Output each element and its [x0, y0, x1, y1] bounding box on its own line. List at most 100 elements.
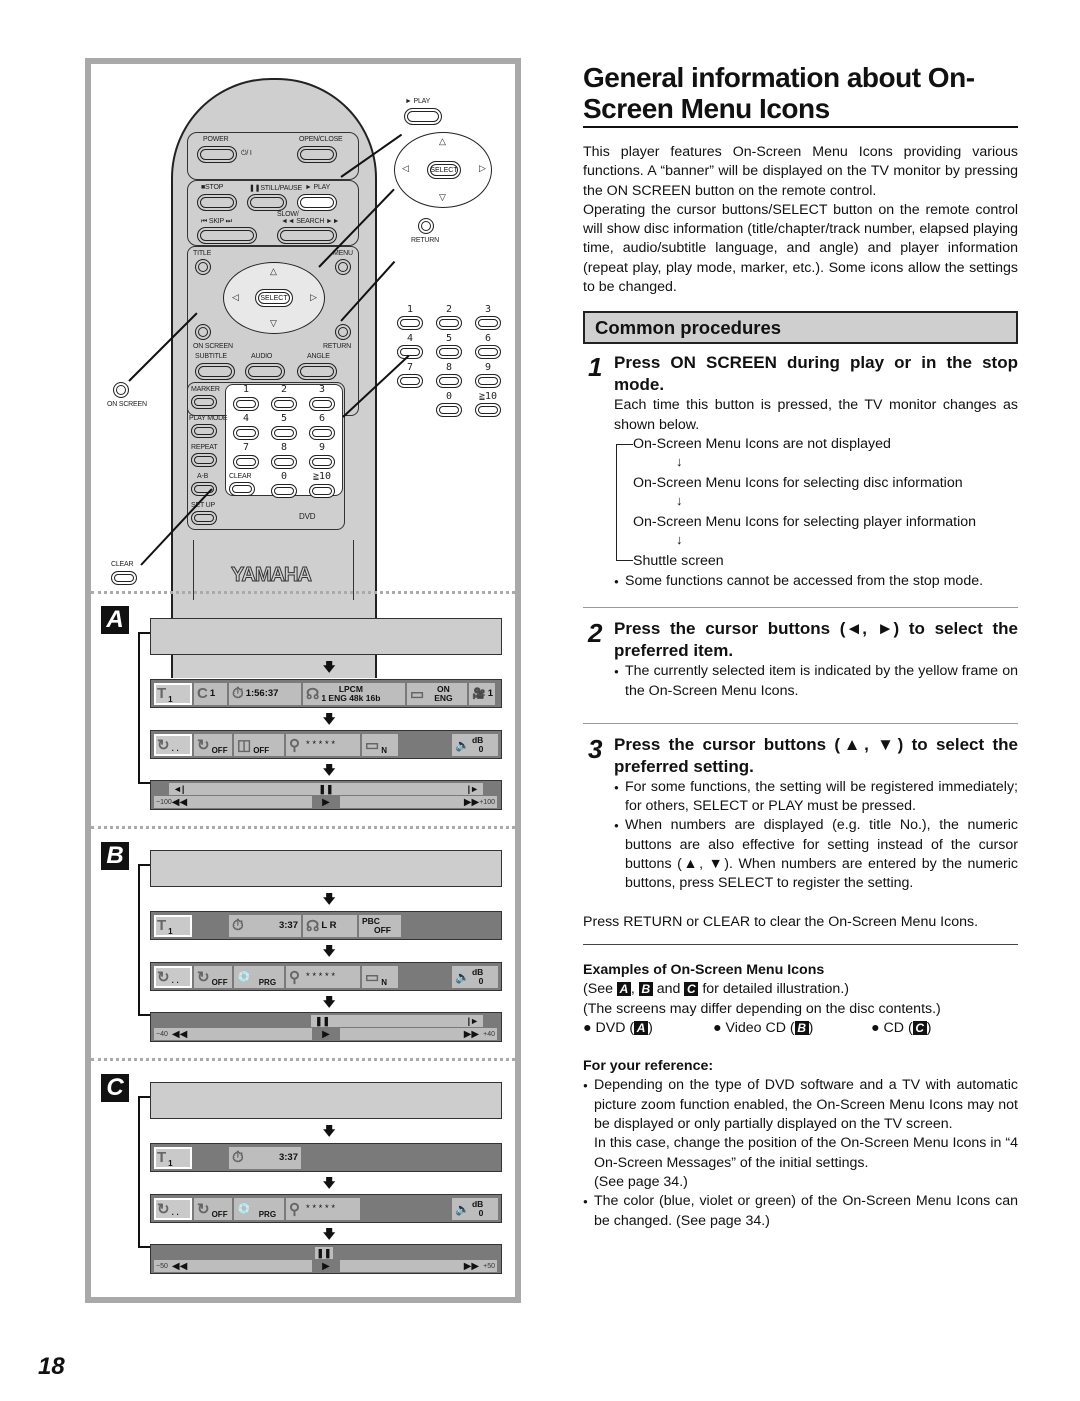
- marker-item[interactable]: ⚲ * * * * *: [286, 965, 360, 988]
- repeat-button[interactable]: [191, 453, 217, 467]
- remote-num-4[interactable]: [233, 426, 259, 440]
- callout-num-8[interactable]: [436, 374, 462, 388]
- left-arrow-icon[interactable]: ◁: [232, 292, 239, 303]
- still-pause-button[interactable]: [247, 194, 287, 211]
- clear-button[interactable]: [229, 482, 255, 496]
- repeat-item[interactable]: ↻ · ·: [154, 1197, 192, 1220]
- callout-up-icon[interactable]: △: [439, 136, 446, 147]
- select-button[interactable]: SELECT: [255, 289, 293, 307]
- picture-item[interactable]: ▭ N: [362, 733, 398, 756]
- pause-icon[interactable]: ❚❚: [315, 1016, 330, 1027]
- stop-button[interactable]: [197, 194, 237, 211]
- pbc-item[interactable]: PBC OFF: [359, 914, 401, 937]
- audio-item[interactable]: ☊ L R: [303, 914, 357, 937]
- play-icon[interactable]: ▶: [314, 1028, 338, 1040]
- repeat-item[interactable]: ↻ · ·: [154, 965, 192, 988]
- remote-num-8[interactable]: [271, 455, 297, 469]
- reverse-track[interactable]: −40 ◀◀: [154, 1028, 312, 1040]
- picture-item[interactable]: ▭ N: [362, 965, 398, 988]
- skip-button[interactable]: [197, 227, 257, 244]
- frame-step-track[interactable]: ◄| ❚❚ |►: [169, 783, 483, 795]
- reverse-track[interactable]: −50 ◀◀: [154, 1260, 312, 1272]
- ab-button[interactable]: [191, 482, 217, 496]
- ab-repeat-item[interactable]: ↻ OFF: [194, 1197, 232, 1220]
- step-forward-icon[interactable]: |►: [468, 1016, 479, 1026]
- callout-num-6[interactable]: [475, 345, 501, 359]
- callout-num-4[interactable]: [397, 345, 423, 359]
- callout-num-2[interactable]: [436, 316, 462, 330]
- callout-right-icon[interactable]: ▷: [479, 163, 486, 174]
- callout-down-icon[interactable]: ▽: [439, 192, 446, 203]
- callout-select-button[interactable]: SELECT: [427, 161, 461, 179]
- repeat-item[interactable]: ↻ · ·: [154, 733, 192, 756]
- search-button[interactable]: [277, 227, 337, 244]
- menu-button[interactable]: [335, 259, 351, 275]
- forward-track[interactable]: ▶▶ +50: [340, 1260, 497, 1272]
- remote-num-10plus[interactable]: [309, 484, 335, 498]
- remote-num-9[interactable]: [309, 455, 335, 469]
- up-arrow-icon[interactable]: △: [270, 266, 277, 277]
- volume-item[interactable]: 🔊 dB 0: [452, 965, 498, 988]
- ab-repeat-item[interactable]: ↻ OFF: [194, 733, 232, 756]
- play-icon[interactable]: ▶: [314, 796, 338, 808]
- power-button[interactable]: [197, 146, 237, 163]
- volume-item[interactable]: 🔊 dB 0: [452, 1197, 498, 1220]
- volume-item[interactable]: 🔊 dB 0: [452, 733, 498, 756]
- remote-num-3[interactable]: [309, 397, 335, 411]
- pause-icon[interactable]: ❚❚: [315, 1247, 333, 1259]
- down-arrow-icon[interactable]: ▽: [270, 318, 277, 329]
- callout-return-button[interactable]: [418, 218, 434, 234]
- subtitle-item[interactable]: ▭ ON ENG: [407, 682, 467, 705]
- time-item[interactable]: ⏱ 1:56:37: [229, 682, 301, 705]
- callout-num-1[interactable]: [397, 316, 423, 330]
- play-mode-button[interactable]: [191, 424, 217, 438]
- title-item[interactable]: T1: [154, 914, 192, 937]
- frame-step-track[interactable]: ❚❚ |►: [311, 1015, 483, 1027]
- time-item[interactable]: ⏱ 3:37: [229, 914, 301, 937]
- time-item[interactable]: ⏱ 3:37: [229, 1146, 301, 1169]
- right-arrow-icon[interactable]: ▷: [310, 292, 317, 303]
- marker-button[interactable]: [191, 395, 217, 409]
- setup-button[interactable]: [191, 511, 217, 525]
- callout-left-icon[interactable]: ◁: [402, 163, 409, 174]
- callout-num-3[interactable]: [475, 316, 501, 330]
- callout-num-5[interactable]: [436, 345, 462, 359]
- chapter-item[interactable]: C1: [194, 682, 227, 705]
- remote-num-2[interactable]: [271, 397, 297, 411]
- remote-num-6[interactable]: [309, 426, 335, 440]
- remote-num-0[interactable]: [271, 484, 297, 498]
- angle-button[interactable]: [297, 363, 337, 380]
- play-icon[interactable]: ▶: [314, 1260, 338, 1272]
- remote-num-7[interactable]: [233, 455, 259, 469]
- step-back-icon[interactable]: ◄|: [173, 784, 184, 794]
- title-item[interactable]: T1: [154, 1146, 192, 1169]
- audio-button[interactable]: [245, 363, 285, 380]
- callout-num-0[interactable]: [436, 403, 462, 417]
- play-mode-item[interactable]: 💿 PRG: [234, 1197, 284, 1220]
- remote-num-1[interactable]: [233, 397, 259, 411]
- marker-item[interactable]: ⚲ * * * * *: [286, 1197, 360, 1220]
- callout-num-10plus[interactable]: [475, 403, 501, 417]
- play-button[interactable]: [297, 194, 337, 211]
- remote-num-5[interactable]: [271, 426, 297, 440]
- reverse-track[interactable]: −100 ◀◀: [154, 796, 312, 808]
- return-button[interactable]: [335, 324, 351, 340]
- angle-item[interactable]: 🎥 1: [469, 682, 495, 705]
- step-forward-icon[interactable]: |►: [468, 784, 479, 794]
- on-screen-button[interactable]: [195, 324, 211, 340]
- play-mode-item[interactable]: 💿 PRG: [234, 965, 284, 988]
- callout-clear-button[interactable]: [111, 571, 137, 585]
- callout-num-7[interactable]: [397, 374, 423, 388]
- marker-item[interactable]: ⚲ * * * * *: [286, 733, 360, 756]
- title-button[interactable]: [195, 259, 211, 275]
- pause-icon[interactable]: ❚❚: [318, 784, 333, 795]
- callout-num-9[interactable]: [475, 374, 501, 388]
- surround-item[interactable]: ◫ OFF: [234, 733, 284, 756]
- callout-play-button[interactable]: [404, 108, 442, 125]
- title-item[interactable]: T1: [154, 682, 192, 705]
- callout-on-screen-button[interactable]: [113, 382, 129, 398]
- ab-repeat-item[interactable]: ↻ OFF: [194, 965, 232, 988]
- forward-track[interactable]: ▶▶ +100: [340, 796, 497, 808]
- open-close-button[interactable]: [297, 146, 337, 163]
- audio-item[interactable]: ☊ LPCM 1 ENG 48k 16b: [303, 682, 405, 705]
